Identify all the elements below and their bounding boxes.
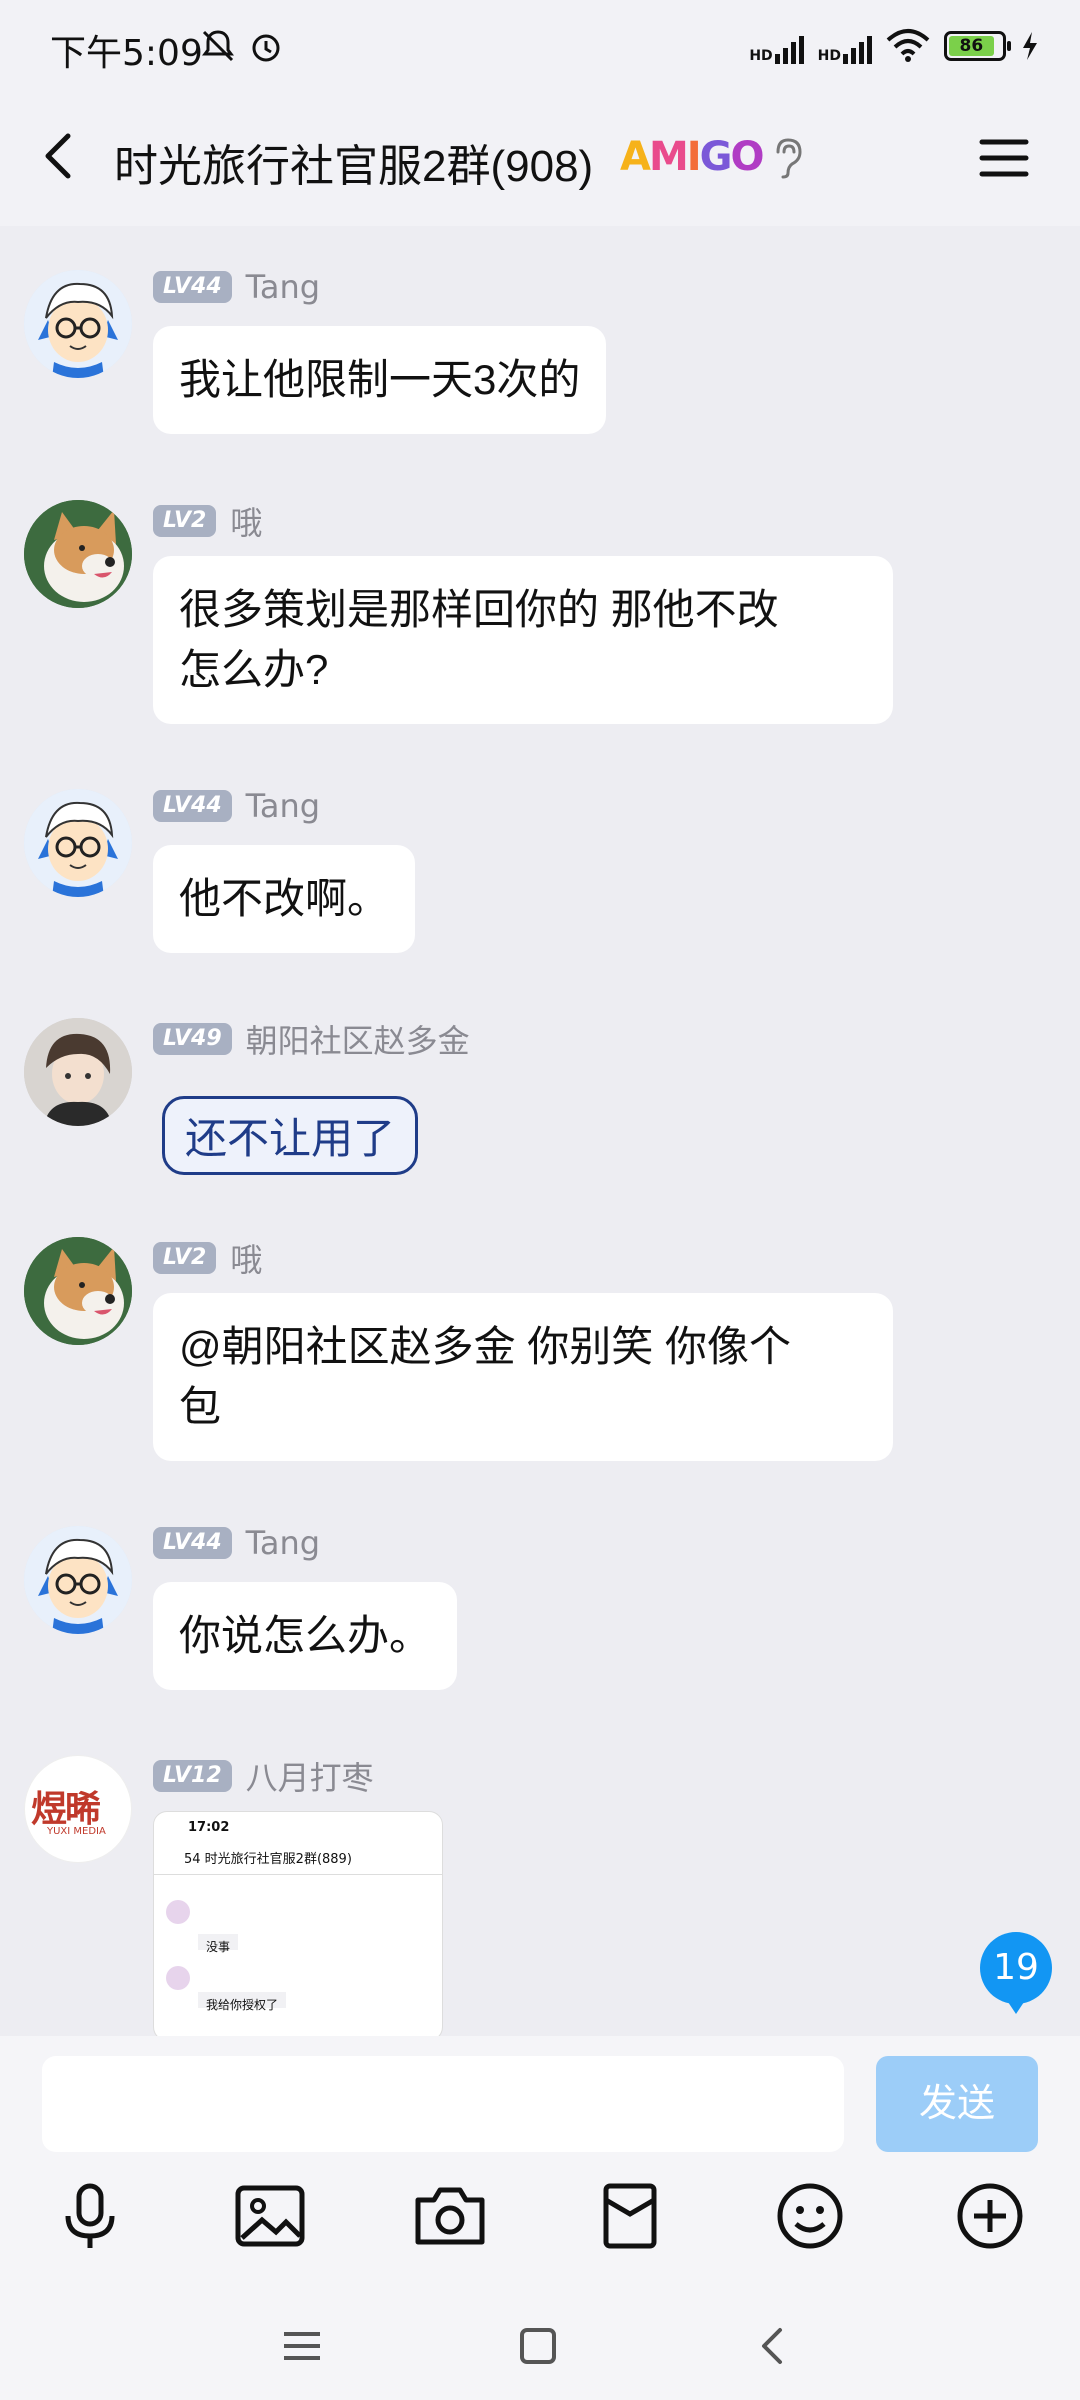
back-button[interactable] [30,126,90,186]
thumb-line: 没事 [198,1934,239,1954]
signal-hd-label-2: HD [817,48,841,64]
decorated-message-bubble[interactable]: 还不让用了 [162,1096,419,1175]
message-bubble[interactable]: @朝阳社区赵多金 你别笑 你像个 包 [153,1293,893,1461]
avatar[interactable]: 煜晞 YUXI MEDIA [24,1755,132,1863]
avatar[interactable] [24,789,132,897]
group-title[interactable]: 时光旅行社官服2群(908) [114,130,593,194]
charging-icon [1023,32,1037,60]
status-notification-icons [200,28,284,64]
message-text: 还不让用了 [185,1114,396,1163]
message-meta: LV2 哦 [153,1235,262,1281]
back-nav-icon[interactable] [744,2316,804,2376]
emoji-icon[interactable] [770,2176,850,2256]
avatar-logo-subtext: YUXI MEDIA [47,1826,106,1837]
message-list[interactable]: LV44 Tang 我让他限制一天3次的 LV2 哦 很多策划是那样回你的 那他… [0,226,1080,2036]
image-icon[interactable] [230,2176,310,2256]
avatar-logo-text: 煜晞 [31,1789,101,1830]
message-meta: LV44 Tang [153,1524,320,1562]
message-meta: LV12 八月打枣 [153,1753,374,1799]
red-packet-icon[interactable] [590,2176,670,2256]
sender-name[interactable]: Tang [246,268,320,306]
menu-button[interactable] [976,130,1032,186]
thumb-title: 54 时光旅行社官服2群(889) [184,1852,352,1867]
level-badge: LV2 [153,505,217,537]
system-nav-bar [0,2290,1080,2400]
message-bubble[interactable]: 我让他限制一天3次的 [153,326,607,434]
status-time: 下午5:09 [50,33,203,74]
thumb-time: 17:02 [188,1820,230,1835]
wifi-icon [886,29,930,62]
message-bubble[interactable]: 你说怎么办。 [153,1582,458,1690]
message-text: 你说怎么办。 [179,1612,432,1659]
sender-name[interactable]: 八月打枣 [246,1753,374,1799]
input-toolbar [0,2176,1080,2286]
status-bar: 下午5:09 HD HD 86 [0,0,1080,100]
sender-name[interactable]: Tang [246,1524,320,1562]
level-badge: LV44 [153,790,232,822]
thumb-line: 我给你授权了 [198,1992,287,2012]
avatar[interactable] [24,1526,132,1634]
level-badge: LV2 [153,1242,217,1274]
camera-icon[interactable] [410,2176,490,2256]
ear-icon[interactable] [770,136,806,180]
send-button[interactable]: 发送 [876,2056,1038,2152]
message-text-line: 包 [179,1383,222,1430]
battery-icon: 86 [944,31,1011,61]
avatar[interactable] [24,270,132,378]
avatar-cartoon-boy-icon [24,270,132,378]
message-bubble[interactable]: 他不改啊。 [153,845,416,953]
avatar[interactable] [24,1237,132,1345]
message-text: 我让他限制一天3次的 [179,356,581,403]
message-input[interactable] [42,2056,844,2152]
recent-apps-icon[interactable] [272,2316,332,2376]
message-meta: LV44 Tang [153,787,320,825]
sender-name[interactable]: 哦 [230,1235,262,1281]
sender-name[interactable]: Tang [246,787,320,825]
avatar-dog-icon [24,1237,132,1345]
chat-header: 时光旅行社官服2群(908) AMIGO [0,100,1080,226]
signal-icon: HD [749,28,804,64]
avatar-dog-icon [24,500,132,608]
message-meta: LV2 哦 [153,498,262,544]
signal-hd-label: HD [749,48,773,64]
avatar-anime-person-icon [24,1018,132,1126]
message-text-line: 怎么办? [179,646,329,693]
message-meta: LV44 Tang [153,268,320,306]
signal-icon-2: HD [818,28,872,64]
mute-bell-icon [202,30,234,62]
avatar-cartoon-boy-icon [24,789,132,897]
sender-name[interactable]: 哦 [230,498,262,544]
level-badge: LV49 [153,1023,232,1055]
level-badge: LV44 [153,1527,232,1559]
level-badge: LV44 [153,271,232,303]
message-text-line: 很多策划是那样回你的 那他不改 [179,586,779,633]
message-text: 他不改啊。 [179,875,390,922]
battery-level: 86 [949,36,994,56]
avatar-cartoon-boy-icon [24,1526,132,1634]
message-meta: LV49 朝阳社区赵多金 [153,1016,470,1062]
avatar[interactable] [24,500,132,608]
plus-icon[interactable] [950,2176,1030,2256]
message-bubble[interactable]: 很多策划是那样回你的 那他不改 怎么办? [153,556,893,724]
level-badge: LV12 [153,1760,232,1792]
mic-icon[interactable] [50,2176,130,2256]
alarm-icon [252,34,280,62]
unread-count-badge[interactable]: 19 [980,1932,1052,2014]
status-system-icons: HD HD 86 [749,28,1040,64]
message-text-line: @朝阳社区赵多金 你别笑 你像个 [179,1323,791,1370]
home-icon[interactable] [508,2316,568,2376]
avatar[interactable] [24,1018,132,1126]
image-message[interactable]: 17:02 54 时光旅行社官服2群(889) 没事 我给你授权了 [153,1811,443,2036]
sender-name[interactable]: 朝阳社区赵多金 [246,1016,470,1062]
amigo-badge: AMIGO [620,134,765,180]
